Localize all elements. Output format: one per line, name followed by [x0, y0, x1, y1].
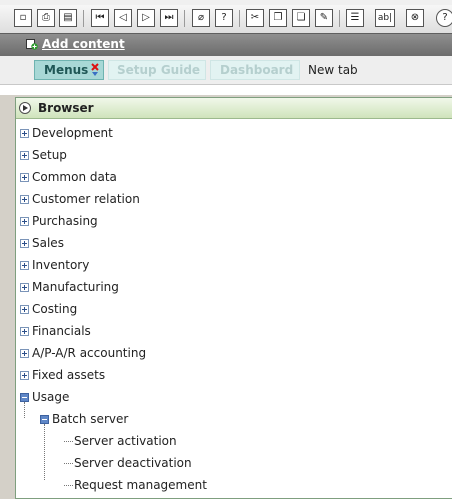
print-preview-icon[interactable]: ▤ [59, 9, 77, 27]
tab-setup-guide[interactable]: Setup Guide [108, 60, 206, 80]
collapse-icon[interactable] [20, 392, 29, 402]
tree-node-sales[interactable]: Sales [20, 234, 64, 252]
last-record-icon[interactable]: ⏭ [160, 9, 178, 27]
tab-menus[interactable]: Menus [34, 60, 104, 80]
tab-setup-guide-label: Setup Guide [117, 63, 201, 77]
add-content-link[interactable]: Add content [26, 37, 125, 51]
tree-connector [24, 402, 25, 418]
tree-node-server-activation[interactable]: Server activation [64, 432, 177, 450]
tree-node-usage[interactable]: Usage [20, 388, 69, 406]
toolbar-separator [83, 10, 84, 27]
browser-panel-header[interactable]: Browser [16, 98, 452, 119]
expand-icon[interactable] [20, 194, 29, 204]
tab-new-tab-label: New tab [308, 63, 358, 77]
text-field-icon[interactable]: ab| [375, 9, 395, 27]
expand-icon[interactable] [20, 172, 29, 182]
tree-connector [44, 424, 45, 480]
toolbar-separator [184, 10, 185, 27]
help-icon[interactable]: ? [215, 9, 233, 27]
expand-icon[interactable] [20, 326, 29, 336]
tree-node-server-deactivation[interactable]: Server deactivation [64, 454, 192, 472]
tree-node-request-management[interactable]: Request management [64, 476, 207, 494]
browser-panel: Browser Development Setup Common data Cu… [15, 97, 452, 499]
expand-icon[interactable] [20, 260, 29, 270]
first-record-icon[interactable]: ⏮ [91, 9, 109, 27]
info-icon[interactable]: ? [436, 9, 452, 27]
previous-record-icon[interactable]: ◁ [114, 9, 132, 27]
expand-icon[interactable] [20, 238, 29, 248]
tree-node-costing[interactable]: Costing [20, 300, 77, 318]
attachment-icon[interactable]: ⌀ [192, 9, 210, 27]
expand-icon[interactable] [20, 150, 29, 160]
close-tab-icon[interactable] [90, 62, 100, 78]
expand-icon[interactable] [20, 348, 29, 358]
add-content-label: Add content [42, 37, 125, 51]
tab-dashboard[interactable]: Dashboard [210, 60, 300, 80]
edit-record-icon[interactable]: ✎ [315, 9, 333, 27]
tree-node-common-data[interactable]: Common data [20, 168, 117, 186]
expand-icon[interactable] [20, 128, 29, 138]
tree-node-development[interactable]: Development [20, 124, 113, 142]
tab-dashboard-label: Dashboard [220, 63, 294, 77]
tree-node-purchasing[interactable]: Purchasing [20, 212, 98, 230]
tree-node-ap-ar-accounting[interactable]: A/P-A/R accounting [20, 344, 146, 362]
tree-node-fixed-assets[interactable]: Fixed assets [20, 366, 105, 384]
tab-new-tab[interactable]: New tab [306, 60, 376, 80]
settings-icon[interactable]: ⊗ [406, 9, 424, 27]
next-record-icon[interactable]: ▷ [137, 9, 155, 27]
tab-bar: Menus Setup Guide Dashboard New tab [0, 56, 452, 85]
toolbar-separator [339, 10, 340, 27]
tab-menus-label: Menus [44, 63, 89, 77]
copy-icon[interactable]: ❐ [269, 9, 287, 27]
cut-icon[interactable]: ✂ [246, 9, 264, 27]
app-window: ▫ ⎙ ▤ ⏮ ◁ ▷ ⏭ ⌀ ? ✂ ❐ ❏ ✎ ☰ ab| ⊗ ? Add … [0, 0, 452, 499]
tree-node-manufacturing[interactable]: Manufacturing [20, 278, 119, 296]
content-spacer [0, 85, 452, 95]
content-header-band: Add content [0, 33, 452, 56]
toolbar-separator [239, 10, 240, 27]
expand-icon[interactable] [20, 370, 29, 380]
add-content-icon [26, 38, 38, 50]
collapse-panel-icon[interactable] [19, 102, 31, 114]
tree-node-setup[interactable]: Setup [20, 146, 67, 164]
tree-node-customer-relation[interactable]: Customer relation [20, 190, 140, 208]
toolbar: ▫ ⎙ ▤ ⏮ ◁ ▷ ⏭ ⌀ ? ✂ ❐ ❏ ✎ ☰ ab| ⊗ ? [0, 5, 452, 34]
print-icon[interactable]: ⎙ [37, 9, 55, 27]
list-icon[interactable]: ☰ [346, 9, 364, 27]
browser-panel-title: Browser [38, 101, 94, 115]
expand-icon[interactable] [20, 304, 29, 314]
tree-node-financials[interactable]: Financials [20, 322, 91, 340]
expand-icon[interactable] [20, 216, 29, 226]
paste-icon[interactable]: ❏ [292, 9, 310, 27]
collapse-icon[interactable] [40, 414, 49, 424]
expand-icon[interactable] [20, 282, 29, 292]
tree-node-inventory[interactable]: Inventory [20, 256, 89, 274]
tree-node-batch-server[interactable]: Batch server [40, 410, 128, 428]
page-icon[interactable]: ▫ [14, 9, 32, 27]
